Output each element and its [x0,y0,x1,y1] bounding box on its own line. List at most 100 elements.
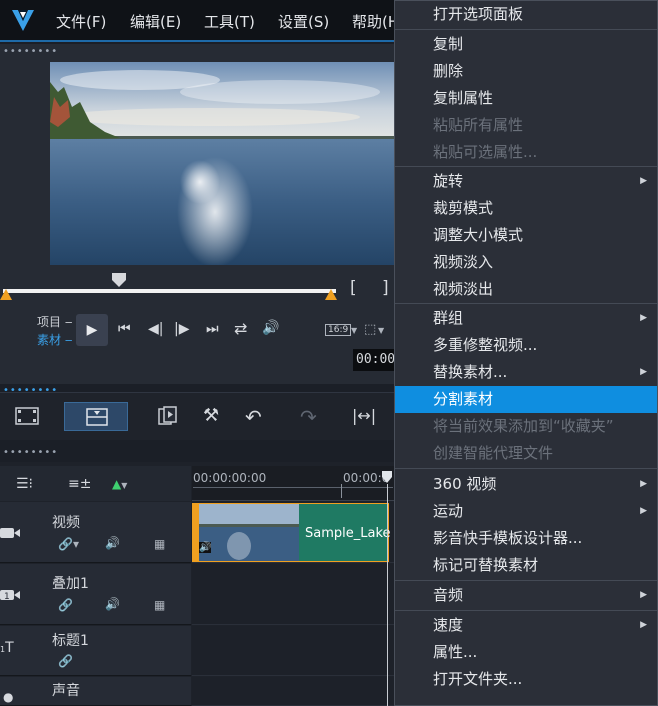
title-track-icon: 1T [0,640,14,656]
chapter-manager-icon[interactable]: ≡± [68,476,91,492]
clip-mode-label[interactable]: 素材 ‒ [37,331,72,348]
scrub-bar[interactable] [3,289,336,293]
panel-grip-icon[interactable]: •••••••• [3,46,58,57]
menu-item-label: 运动 [433,502,464,520]
track-manager-icon[interactable]: ☰⁝ [16,476,33,492]
submenu-arrow-icon: ▶ [640,479,647,489]
timeline-view-button[interactable] [64,402,128,431]
trim-start-handle-icon[interactable] [0,288,12,302]
mark-in-icon[interactable]: [ [350,278,357,298]
video-clip[interactable]: 🔊 Sample_Lake [192,503,391,562]
menu-separator [395,580,657,581]
menu-item-add-effect-to-favorites: 将当前效果添加到“收藏夹” [433,417,614,435]
menu-item-create-smart-proxy: 创建智能代理文件 [433,444,554,462]
lake-preview-image [50,62,395,265]
go-to-end-icon[interactable]: ⏭ [206,321,219,337]
overlay-track-area[interactable] [192,564,395,625]
menu-item-label: 替换素材... [433,363,508,381]
video-preview[interactable] [50,62,395,265]
menu-item-label: 速度 [433,616,464,634]
video-track-icon [0,528,20,538]
menu-edit[interactable]: 编辑(E) [130,11,181,32]
menu-item-label: 音频 [433,586,464,604]
voice-track-icon: ● [3,690,14,704]
aspect-ratio-button[interactable]: 16:9 [325,324,352,336]
menu-item-label: 群组 [433,309,464,327]
aspect-dropdown-icon[interactable]: ▼ [351,326,357,335]
menu-item-open-folder[interactable]: 打开文件夹... [395,666,657,693]
submenu-arrow-icon: ▶ [640,590,647,600]
menu-item-motion[interactable]: 运动 ▶ [395,498,657,525]
menu-separator [395,166,657,167]
next-frame-icon[interactable]: |▶ [174,321,189,337]
project-mode-text: 项目 [37,315,62,329]
svg-text:1: 1 [4,592,10,602]
record-capture-icon[interactable] [157,405,179,427]
menu-item-video-fade-out[interactable]: 视频淡出 [395,276,657,303]
voice-track-header[interactable] [0,677,191,706]
title-track-header[interactable] [0,626,191,676]
link-icon[interactable]: 🔗 [58,598,73,612]
menu-item-delete[interactable]: 删除 [395,58,657,85]
menu-item-rotate[interactable]: 旋转 ▶ [395,168,657,195]
menu-item-paste-selected-attributes: 粘贴可选属性... [433,143,538,161]
menu-item-split-clip[interactable]: 分割素材 [395,386,657,413]
playhead-line[interactable] [387,484,388,706]
menu-item-audio[interactable]: 音频 ▶ [395,582,657,609]
ruler-tick [341,484,342,498]
voice-track-area[interactable] [192,677,395,706]
track-volume-icon[interactable]: 🔊 [105,597,120,611]
tools-icon[interactable]: ⚒ [203,405,219,426]
track-volume-icon[interactable]: 🔊 [105,536,120,550]
menu-item-360-video[interactable]: 360 视频 ▶ [395,471,657,498]
menu-item-copy-attributes[interactable]: 复制属性 [395,85,657,112]
project-mode-label[interactable]: 项目 ‒ [37,313,72,330]
menu-file[interactable]: 文件(F) [56,11,106,32]
menu-item-properties[interactable]: 属性... [395,639,657,666]
timecode-display[interactable]: 00:00 [353,349,395,371]
trim-end-handle-icon[interactable] [325,288,337,302]
menu-item-speed[interactable]: 速度 ▶ [395,612,657,639]
storyboard-view-icon[interactable] [15,406,39,426]
link-icon[interactable]: 🔗 [58,654,73,668]
menu-item-mark-replaceable-clip[interactable]: 标记可替换素材 [395,552,657,579]
title-track-area[interactable] [192,626,395,676]
menu-tools[interactable]: 工具(T) [204,11,255,32]
overlay-track-icon: 1 [0,590,20,602]
menu-item-template-designer[interactable]: 影音快手模板设计器... [395,525,657,552]
crop-selection-icon[interactable]: ⬚ [364,322,376,337]
submenu-arrow-icon: ▶ [640,176,647,186]
playhead-marker-icon[interactable] [110,272,128,288]
video-track-header[interactable] [0,502,191,563]
menu-item-video-fade-in[interactable]: 视频淡入 [395,249,657,276]
add-marker-icon[interactable]: ▲▼ [112,477,127,491]
play-button[interactable]: ▶ [76,314,108,346]
menu-item-copy[interactable]: 复制 [395,31,657,58]
panel-grip-icon[interactable]: •••••••• [3,447,58,458]
menu-item-open-options-panel[interactable]: 打开选项面板 [395,1,657,28]
checker-icon[interactable]: ▦ [154,598,165,612]
overlay-track-header[interactable] [0,564,191,625]
volume-icon[interactable]: 🔊 [262,320,279,336]
ruler-ticks [193,487,393,488]
repeat-icon[interactable]: ⇄ [234,319,247,338]
redo-icon[interactable]: ↷ [300,405,317,429]
menu-item-replace-clip[interactable]: 替换素材... ▶ [395,359,657,386]
previous-frame-icon[interactable]: ◀| [148,321,163,337]
checker-icon[interactable]: ▦ [154,537,165,551]
menu-item-crop-mode[interactable]: 裁剪模式 [395,195,657,222]
menu-separator [395,610,657,611]
go-to-start-icon[interactable]: ⏮ [118,321,131,337]
fit-timeline-icon[interactable]: |↔| [352,406,376,425]
menu-item-resize-mode[interactable]: 调整大小模式 [395,222,657,249]
crop-dropdown-icon[interactable]: ▼ [378,326,384,335]
link-icon[interactable]: 🔗▾ [58,537,79,551]
submenu-arrow-icon: ▶ [640,620,647,630]
undo-icon[interactable]: ↶ [245,405,262,429]
mark-out-icon[interactable]: ] [382,278,389,298]
timeline-playhead-icon[interactable] [381,470,393,484]
menu-item-multi-trim-video[interactable]: 多重修整视频... [395,332,657,359]
ruler-time-label: 00:00:00:00 [193,471,267,485]
menu-item-group[interactable]: 群组 ▶ [395,305,657,332]
menu-settings[interactable]: 设置(S) [278,11,329,32]
